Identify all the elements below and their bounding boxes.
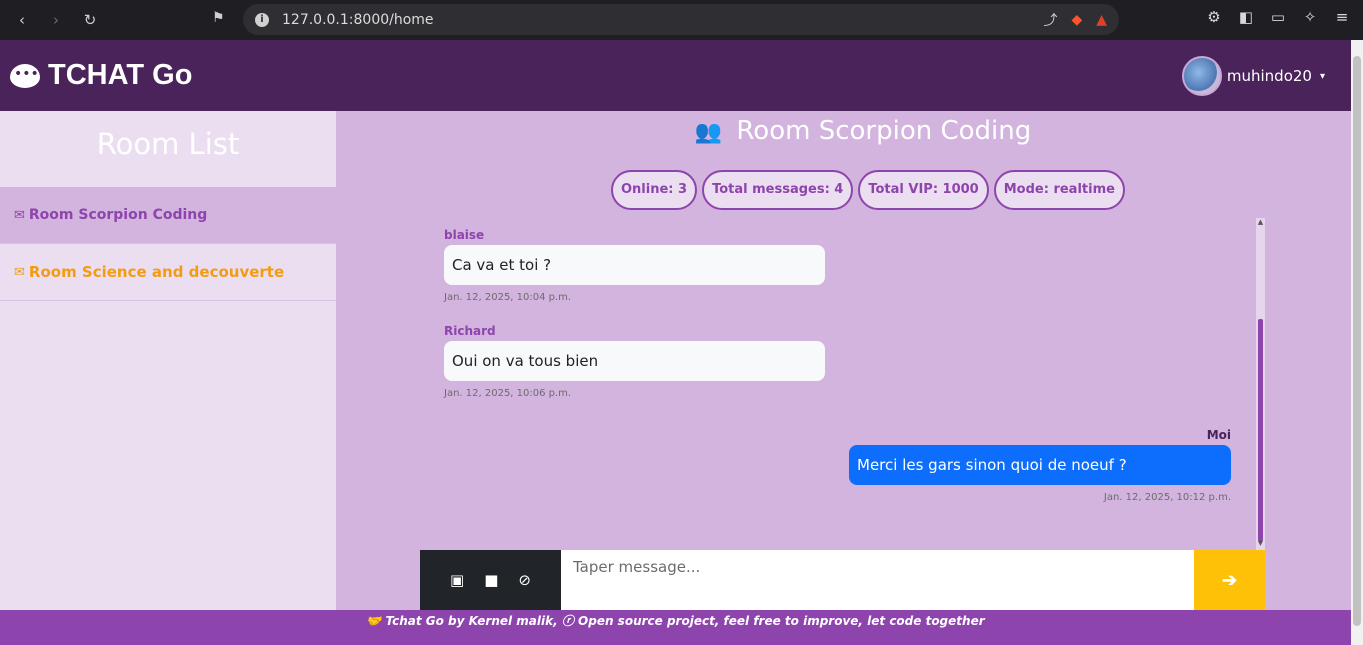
sidebar-toggle-icon[interactable]: ◧: [1237, 8, 1255, 26]
address-bar[interactable]: i 127.0.0.1:8000/home ⤴ ◆ ▲: [243, 4, 1119, 35]
online-badge: Online: 3: [611, 170, 698, 210]
brave-rewards-icon[interactable]: ▲: [1096, 12, 1107, 28]
bookmark-icon[interactable]: ⚑: [212, 10, 225, 26]
chat-main: 👥 Room Scorpion Coding Online: 3 Total m…: [336, 111, 1351, 610]
chevron-down-icon[interactable]: ▾: [1320, 71, 1325, 82]
menu-icon[interactable]: ≡: [1333, 8, 1351, 26]
brand[interactable]: TCHAT Go: [10, 59, 192, 92]
scroll-down-icon[interactable]: ▼: [1256, 539, 1265, 547]
arrow-right-icon: ➔: [1221, 569, 1238, 590]
address-bar-actions: ⤴ ◆ ▲: [1043, 10, 1107, 30]
avatar[interactable]: [1181, 56, 1222, 96]
share-icon[interactable]: ⤴: [1043, 10, 1057, 30]
attachment-toolbar: ▣ ■ ⊘: [420, 550, 561, 610]
sidebar-item-room-scorpion-coding[interactable]: ✉ Room Scorpion Coding: [0, 187, 336, 244]
message-input[interactable]: [561, 550, 1194, 610]
mode-badge: Mode: realtime: [993, 170, 1125, 210]
message-time: Jan. 12, 2025, 10:06 p.m.: [444, 388, 572, 399]
page-scrollbar[interactable]: [1351, 40, 1363, 645]
message-list[interactable]: blaise Ca va et toi ? Jan. 12, 2025, 10:…: [420, 218, 1265, 550]
footer: 🤝 Tchat Go by Kernel malik, ⓡ Open sourc…: [0, 610, 1351, 645]
message-bubble: Ca va et toi ?: [444, 245, 825, 285]
paperclip-icon[interactable]: ⊘: [518, 571, 531, 589]
message-item-mine: Moi Merci les gars sinon quoi de noeuf ?…: [849, 428, 1231, 503]
room-sidebar: Room List ✉ Room Scorpion Coding ✉ Room …: [0, 111, 336, 610]
message-composer: ▣ ■ ⊘ ➔: [420, 550, 1265, 610]
video-icon[interactable]: ■: [484, 571, 498, 589]
site-info-icon[interactable]: i: [255, 12, 269, 27]
wallet-icon[interactable]: ▭: [1269, 8, 1287, 26]
footer-text: 🤝 Tchat Go by Kernel malik, ⓡ Open sourc…: [366, 614, 985, 628]
url-text[interactable]: 127.0.0.1:8000/home: [282, 12, 434, 28]
comments-icon: ✉: [14, 207, 25, 223]
total-vip-badge: Total VIP: 1000: [858, 170, 989, 210]
room-stats: Online: 3 Total messages: 4 Total VIP: 1…: [611, 170, 1125, 210]
reload-icon[interactable]: ↻: [80, 11, 100, 29]
page-scrollbar-thumb[interactable]: [1353, 56, 1361, 626]
room-title-text: Room Scorpion Coding: [736, 116, 1032, 146]
send-button[interactable]: ➔: [1194, 550, 1265, 610]
room-title: 👥 Room Scorpion Coding: [336, 116, 1363, 146]
sidebar-item-label: Room Science and decouverte: [28, 263, 285, 281]
room-list-heading: Room List: [96, 127, 240, 161]
user-menu[interactable]: muhindo20 ▾: [1181, 56, 1325, 96]
message-sender: blaise: [444, 228, 485, 242]
total-messages-badge: Total messages: 4: [702, 170, 854, 210]
scroll-up-icon[interactable]: ▲: [1256, 218, 1265, 226]
chat-bubble-icon: [10, 63, 40, 88]
message-bubble: Oui on va tous bien: [444, 341, 825, 381]
message-sender: Moi: [1206, 428, 1231, 442]
app-navbar: TCHAT Go muhindo20 ▾: [0, 40, 1351, 111]
users-icon: 👥: [694, 120, 723, 145]
message-time: Jan. 12, 2025, 10:12 p.m.: [1103, 492, 1231, 503]
comments-icon: ✉: [14, 264, 25, 280]
app-title[interactable]: TCHAT Go: [48, 59, 192, 92]
message-item: Richard Oui on va tous bien Jan. 12, 202…: [444, 324, 825, 399]
browser-tools: ⚙ ◧ ▭ ✧ ≡: [1205, 8, 1351, 26]
sidebar-item-label: Room Scorpion Coding: [28, 207, 208, 223]
chat-scrollbar-thumb[interactable]: [1258, 319, 1263, 541]
username[interactable]: muhindo20: [1227, 67, 1312, 85]
forward-icon[interactable]: ›: [46, 11, 66, 29]
message-item: blaise Ca va et toi ? Jan. 12, 2025, 10:…: [444, 228, 825, 303]
browser-nav: ‹ › ↻: [0, 11, 210, 29]
message-time: Jan. 12, 2025, 10:04 p.m.: [444, 292, 572, 303]
image-icon[interactable]: ▣: [450, 571, 464, 589]
leo-ai-icon[interactable]: ✧: [1301, 8, 1319, 26]
message-sender: Richard: [444, 324, 496, 338]
extensions-icon[interactable]: ⚙: [1205, 8, 1223, 26]
browser-toolbar: ‹ › ↻ ⚑ i 127.0.0.1:8000/home ⤴ ◆ ▲ ⚙ ◧ …: [0, 0, 1363, 40]
message-bubble: Merci les gars sinon quoi de noeuf ?: [849, 445, 1231, 485]
sidebar-item-room-science[interactable]: ✉ Room Science and decouverte: [0, 244, 336, 301]
back-icon[interactable]: ‹: [12, 11, 32, 29]
brave-shield-icon[interactable]: ◆: [1071, 12, 1082, 28]
